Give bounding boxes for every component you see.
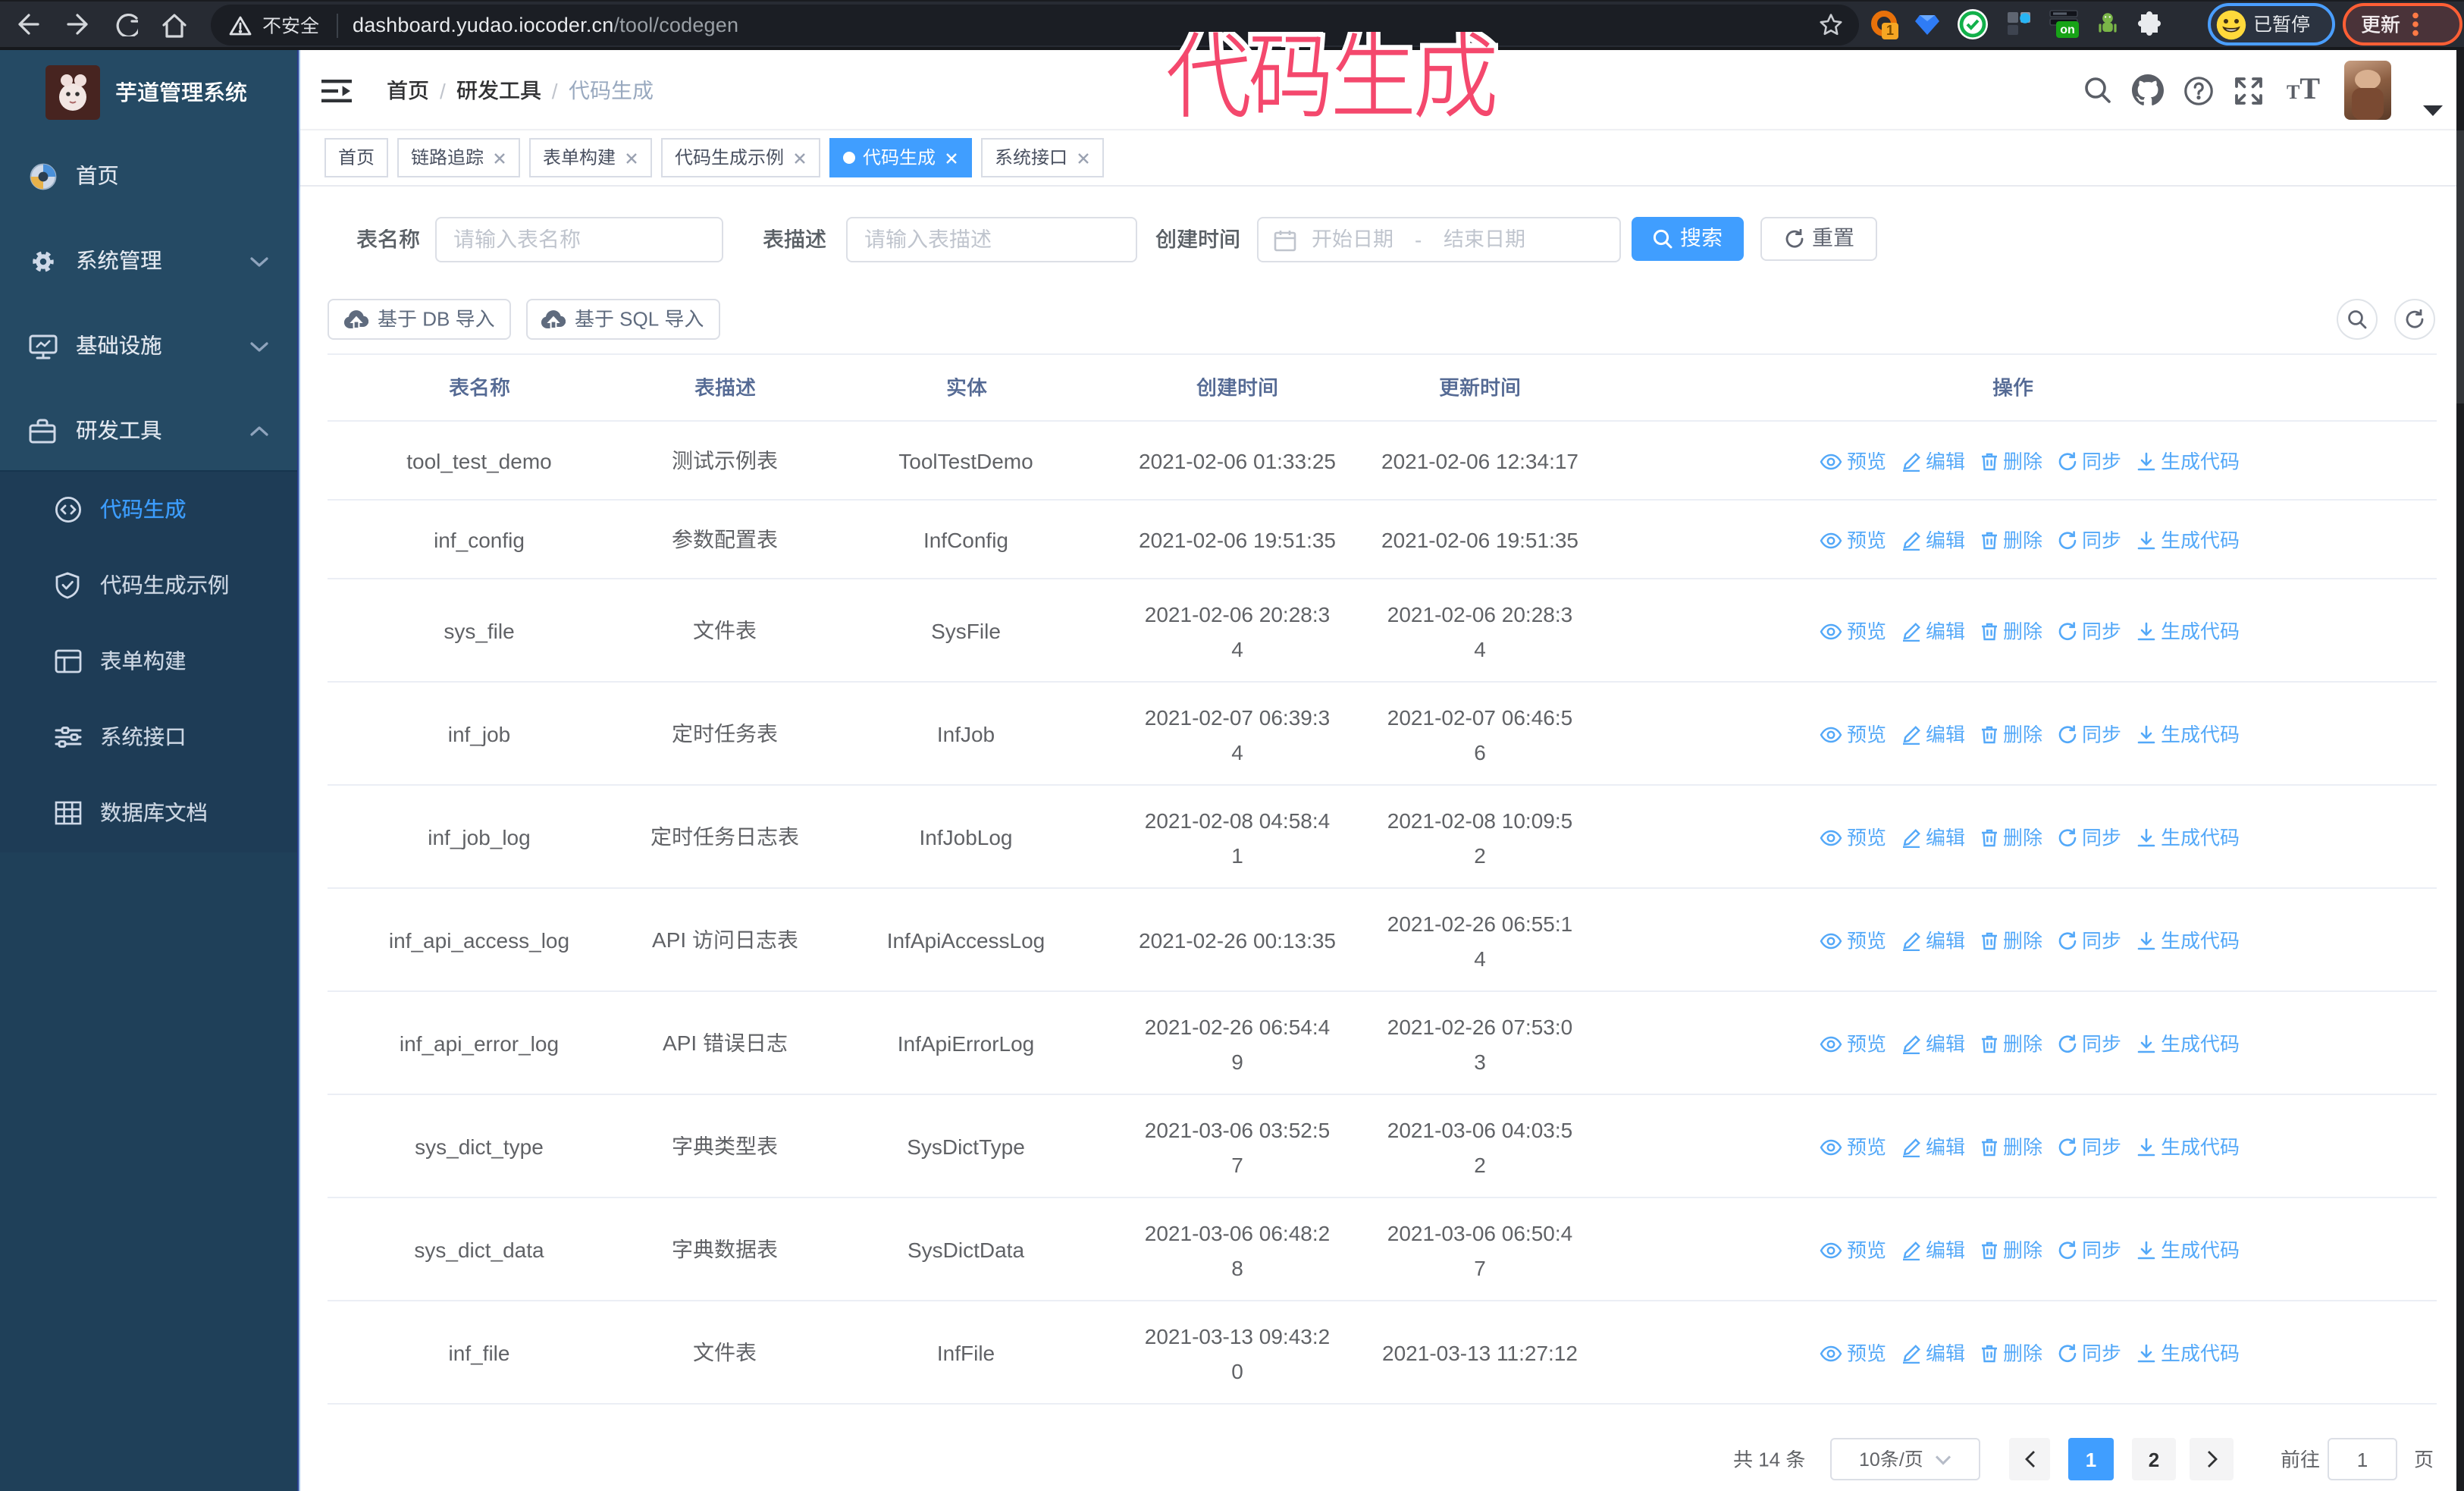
svg-text:/: / xyxy=(1899,1450,1904,1469)
svg-text:DB: DB xyxy=(422,309,450,329)
svg-text:14: 14 xyxy=(1758,1449,1780,1469)
svg-text:10: 10 xyxy=(1860,1450,1881,1469)
svg-text:SQL: SQL xyxy=(620,309,660,329)
